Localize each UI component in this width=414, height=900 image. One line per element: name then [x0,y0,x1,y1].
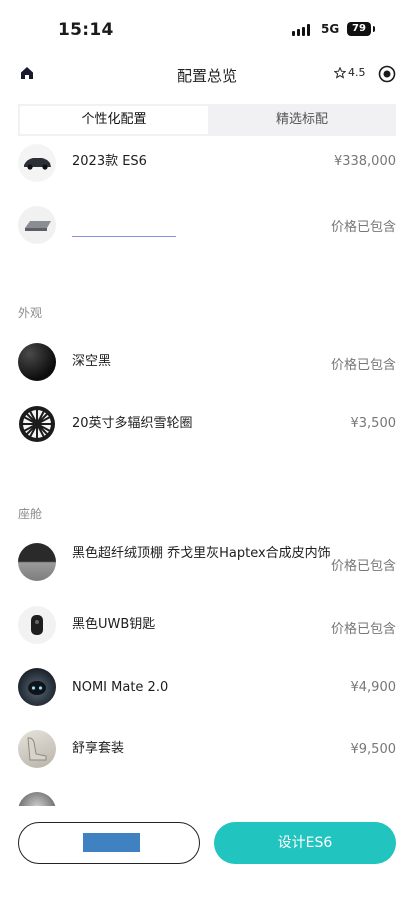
item-name: 舒享套装 [72,741,125,756]
network-type: 5G [321,22,340,36]
item-price: ¥3,500 [350,416,397,431]
car-thumbnail [18,144,56,182]
home-icon[interactable] [18,64,36,82]
section-label-cabin: 座舱 [18,507,43,521]
target-icon[interactable] [378,65,396,83]
item-price: 价格已包含 [330,220,396,235]
item-name: 2023款 ES6 [72,154,147,169]
nomi-thumbnail [18,668,56,706]
tab-bar: 个性化配置 精选标配 [18,104,396,136]
tab-personalized[interactable]: 个性化配置 [20,106,208,134]
star-icon [334,66,346,79]
item-name: NOMI Mate 2.0 [72,680,169,695]
rating[interactable]: 4.5 [334,66,366,79]
design-es6-button[interactable]: 设计ES6 [214,822,396,864]
item-price: 价格已包含 [330,622,396,637]
item-price: ¥338,000 [333,154,396,169]
item-name: 20英寸多辐织雪轮圈 [72,416,193,431]
nav-bar: 配置总览 4.5 [0,56,414,96]
item-price: 价格已包含 [330,559,396,574]
item-price: 价格已包含 [330,358,396,373]
key-thumbnail [18,606,56,644]
item-name: 黑色UWB钥匙 [72,617,156,632]
battery-cap [373,26,375,32]
battery-icon: 79 [347,22,371,36]
item-name: 黑色超纤绒顶棚 乔戈里灰Haptex合成皮内饰 [72,546,331,561]
item-name: 深空黑 [72,354,112,369]
interior-thumbnail [18,543,56,581]
signal-icon [292,24,314,36]
redacted-underline [72,236,176,237]
item-price: ¥9,500 [350,742,397,757]
color-swatch [18,343,56,381]
battery-pack-thumbnail [18,206,56,244]
tab-standard[interactable]: 精选标配 [208,104,396,136]
status-time: 15:14 [58,20,114,40]
wheel-thumbnail [18,405,56,443]
rating-value: 4.5 [348,66,366,79]
seat-thumbnail [18,730,56,768]
section-label-exterior: 外观 [18,306,43,320]
redacted-label [83,833,140,852]
status-bar: 15:14 5G 79 [0,0,414,56]
item-price: ¥4,900 [350,680,397,695]
secondary-button[interactable] [18,822,200,864]
